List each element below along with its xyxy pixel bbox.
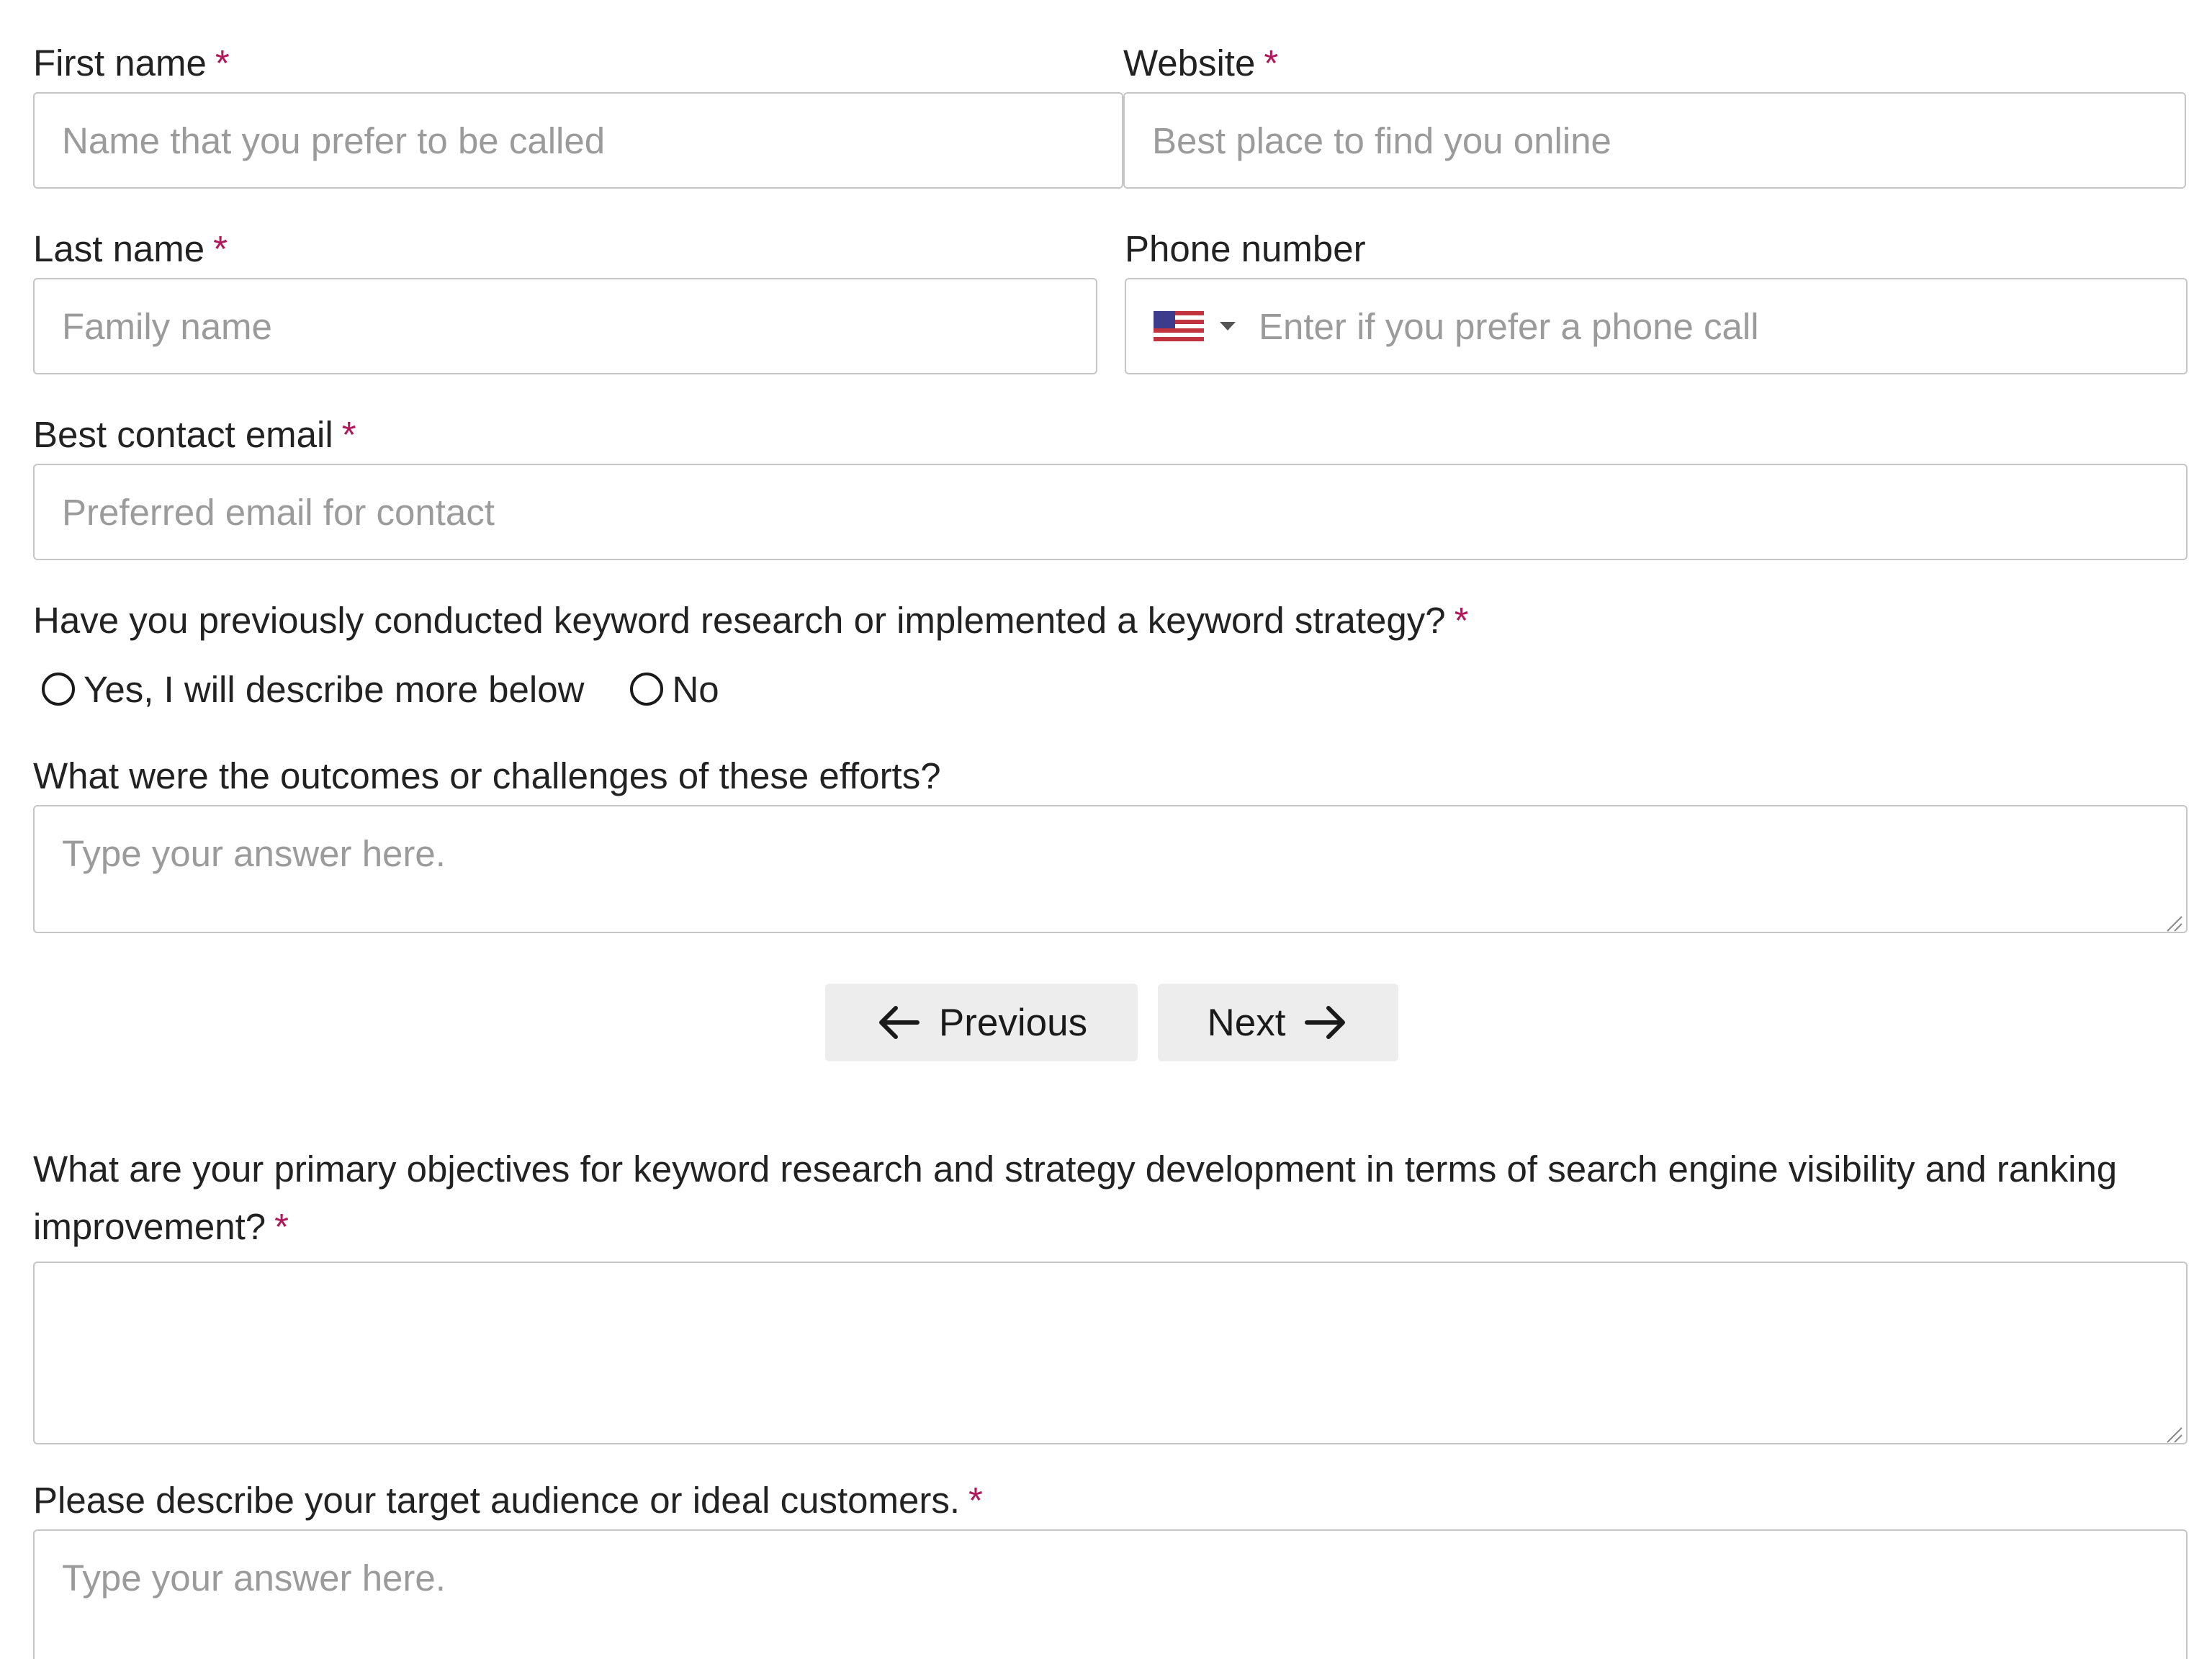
phone-input-group	[1125, 278, 2188, 374]
email-field: Best contact email *	[33, 413, 2188, 560]
objectives-textarea[interactable]	[33, 1262, 2188, 1444]
outcomes-textarea[interactable]	[33, 805, 2188, 933]
form-page: First name* Website* Last name* Phone nu…	[0, 0, 2212, 1659]
radio-label-yes: Yes, I will describe more below	[84, 668, 585, 710]
first-name-input[interactable]	[33, 92, 1123, 189]
first-name-label: First name *	[33, 42, 230, 84]
radio-button-yes[interactable]	[42, 673, 75, 706]
outcomes-field: What were the outcomes or challenges of …	[33, 755, 2188, 937]
previous-button[interactable]: Previous	[825, 984, 1138, 1061]
last-name-label: Last name *	[33, 228, 228, 269]
arrow-left-icon	[878, 1006, 920, 1039]
audience-label: Please describe your target audience or …	[33, 1480, 983, 1521]
next-button-label: Next	[1207, 1001, 1286, 1044]
website-field: Website *	[1123, 42, 2186, 189]
objectives-field: What are your primary objectives for key…	[33, 1141, 2188, 1448]
required-asterisk: *	[274, 1206, 289, 1247]
radio-option-no[interactable]: No	[630, 668, 719, 711]
audience-field: Please describe your target audience or …	[33, 1479, 2188, 1659]
required-asterisk: *	[1264, 42, 1279, 84]
phone-field: Phone number	[1125, 228, 2188, 374]
resize-grip-icon[interactable]	[2164, 1425, 2183, 1444]
website-input[interactable]	[1123, 92, 2186, 189]
keyword-question-field: Have you previously conducted keyword re…	[33, 599, 2188, 642]
required-asterisk: *	[341, 414, 356, 455]
radio-label-no: No	[672, 668, 719, 710]
resize-grip-icon[interactable]	[2164, 914, 2183, 932]
email-input[interactable]	[33, 464, 2188, 560]
required-asterisk: *	[213, 228, 228, 269]
outcomes-label: What were the outcomes or challenges of …	[33, 755, 941, 796]
objectives-label: What are your primary objectives for key…	[33, 1148, 2118, 1247]
phone-label: Phone number	[1125, 228, 1366, 269]
arrow-right-icon	[1305, 1006, 1346, 1039]
first-name-field: First name *	[33, 42, 1123, 189]
audience-textarea[interactable]	[33, 1529, 2188, 1659]
website-label: Website *	[1123, 42, 1279, 84]
next-button[interactable]: Next	[1158, 984, 1398, 1061]
radio-option-yes[interactable]: Yes, I will describe more below	[42, 668, 584, 711]
chevron-down-icon[interactable]	[1220, 322, 1236, 331]
previous-button-label: Previous	[938, 1001, 1088, 1044]
required-asterisk: *	[968, 1480, 983, 1521]
keyword-radio-group: Yes, I will describe more below No	[42, 669, 719, 710]
radio-button-no[interactable]	[630, 673, 664, 706]
keyword-question-label: Have you previously conducted keyword re…	[33, 600, 1469, 641]
us-flag-icon[interactable]	[1154, 311, 1204, 341]
required-asterisk: *	[215, 42, 230, 84]
last-name-field: Last name *	[33, 228, 1097, 374]
last-name-input[interactable]	[33, 278, 1097, 374]
required-asterisk: *	[1454, 600, 1469, 641]
phone-input[interactable]	[1257, 304, 1807, 349]
email-label: Best contact email *	[33, 414, 356, 455]
